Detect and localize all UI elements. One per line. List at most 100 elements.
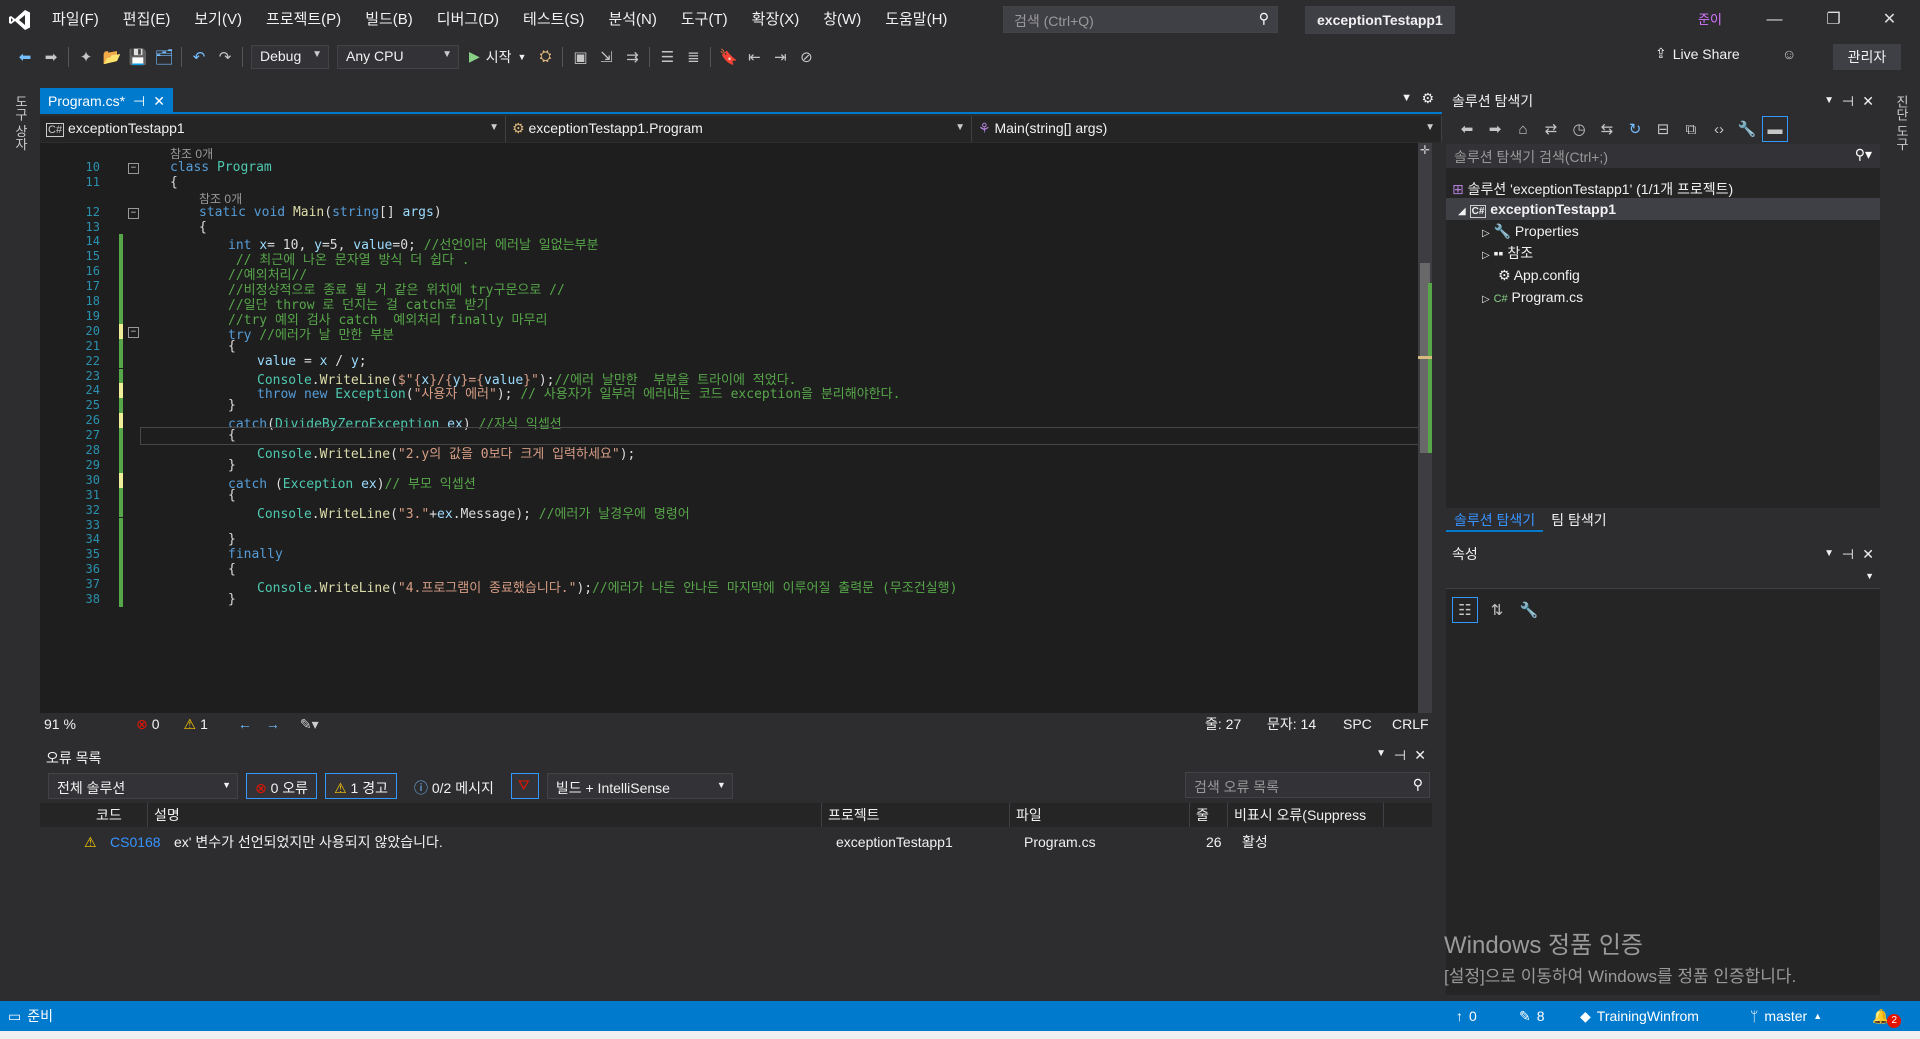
code-line[interactable]: {	[228, 488, 236, 503]
panel-menu-icon[interactable]: ▼	[1824, 88, 1834, 114]
restore-button[interactable]: ❐	[1806, 0, 1861, 40]
code-line[interactable]: catch (Exception ex)// 부모 익셉션	[228, 473, 476, 492]
collapse-region-icon[interactable]: −	[128, 207, 139, 219]
new-project-icon[interactable]: ✦	[73, 44, 99, 70]
screenshot-icon[interactable]: ▣	[567, 44, 593, 70]
prev-bookmark-icon[interactable]: ⇤	[741, 44, 767, 70]
quick-search-input[interactable]: 검색 (Ctrl+Q) ⚲	[1003, 6, 1278, 33]
error-code-link[interactable]: CS0168	[104, 830, 161, 854]
close-tab-icon[interactable]: ✕	[153, 88, 165, 114]
tab-team-explorer[interactable]: 팀 탐색기	[1543, 508, 1614, 532]
split-icon[interactable]: ✛	[1420, 143, 1430, 157]
editor-vertical-scrollbar[interactable]: ✛	[1418, 143, 1432, 713]
class-dropdown[interactable]: ⚙ exceptionTestapp1.Program ▼	[506, 116, 972, 142]
tree-item-references[interactable]: ▷ ▪▪ 참조	[1482, 242, 1533, 264]
error-count[interactable]: 0	[152, 716, 160, 732]
redo-icon[interactable]: ↷	[212, 44, 238, 70]
toolbox-side-tab[interactable]: 도구 상자	[8, 88, 30, 158]
code-line[interactable]: }	[228, 532, 236, 547]
undo-icon[interactable]: ↶	[186, 44, 212, 70]
menu-item[interactable]: 디버그(D)	[425, 0, 511, 40]
errors-filter-button[interactable]: ⊗ 0 오류	[246, 773, 318, 799]
panel-menu-icon[interactable]: ▼	[1824, 541, 1834, 567]
code-line[interactable]: Console.WriteLine("4.프로그램이 종료했습니다.");//에…	[257, 577, 957, 596]
open-folder-icon[interactable]: 📂	[99, 44, 125, 70]
step-over-icon[interactable]: ⇉	[619, 44, 645, 70]
tab-program-cs[interactable]: Program.cs* ⊣ ✕	[40, 88, 173, 114]
filter-icon[interactable]: ⛛	[510, 773, 539, 799]
repository-selector[interactable]: ◆ TrainingWinfrom	[1580, 1001, 1699, 1031]
solution-search-input[interactable]: 솔루션 탐색기 검색(Ctrl+;) ⚲▾	[1446, 144, 1880, 168]
collapse-all-icon[interactable]: ⊟	[1650, 116, 1676, 142]
line-ending[interactable]: CRLF	[1392, 716, 1429, 732]
panel-menu-icon[interactable]: ▼	[1376, 748, 1386, 759]
pin-icon[interactable]: ⊣	[133, 88, 145, 114]
collapse-region-icon[interactable]: −	[128, 162, 139, 174]
table-row[interactable]: ⚠ CS0168 ex' 변수가 선언되었지만 사용되지 않았습니다. exce…	[40, 830, 1432, 854]
code-line[interactable]: try //에러가 날 만한 부분	[228, 324, 394, 343]
collapse-region-icon[interactable]: −	[128, 326, 139, 338]
column-header-line[interactable]: 줄	[1190, 803, 1228, 827]
tree-item-solution[interactable]: ⊞ 솔루션 'exceptionTestapp1' (1/1개 프로젝트)	[1452, 178, 1733, 200]
forward-icon[interactable]: ➡	[1482, 116, 1508, 142]
tab-overflow-icon[interactable]: ▼	[1401, 92, 1412, 104]
refresh-icon[interactable]: ↻	[1622, 116, 1648, 142]
tree-item-app-config[interactable]: ⚙ App.config	[1498, 264, 1580, 286]
object-selector-dropdown[interactable]: ▼	[1446, 567, 1880, 589]
branch-selector[interactable]: ᛘ master ▲	[1750, 1001, 1822, 1031]
forward-icon[interactable]: ➡	[38, 44, 64, 70]
source-dropdown[interactable]: 빌드 + IntelliSense ▼	[546, 773, 733, 799]
previous-issue-icon[interactable]: ←	[238, 716, 252, 732]
code-line[interactable]: {	[228, 339, 236, 354]
code-line[interactable]: }	[228, 592, 236, 607]
warning-count[interactable]: 1	[200, 716, 208, 732]
preview-icon[interactable]: ▬	[1762, 116, 1788, 142]
close-icon[interactable]: ✕	[1862, 541, 1874, 567]
save-all-icon[interactable]: 🗂	[151, 44, 177, 70]
menu-item[interactable]: 도움말(H)	[873, 0, 959, 40]
spaces-mode[interactable]: SPC	[1343, 716, 1372, 732]
step-into-icon[interactable]: ⇲	[593, 44, 619, 70]
code-line[interactable]: {	[199, 220, 207, 235]
feedback-icon[interactable]: ☺	[1782, 46, 1796, 62]
unpublished-commits[interactable]: ↑ 0	[1456, 1001, 1477, 1031]
column-header-code[interactable]: 코드	[90, 803, 148, 827]
back-icon[interactable]: ⬅	[1454, 116, 1480, 142]
bookmark-icon[interactable]: 🔖	[715, 44, 741, 70]
column-header-project[interactable]: 프로젝트	[822, 803, 1010, 827]
code-line[interactable]: finally	[228, 547, 283, 562]
clear-bookmarks-icon[interactable]: ⊘	[793, 44, 819, 70]
code-line[interactable]: {	[170, 175, 178, 190]
browser-link-icon[interactable]: ⛭	[532, 44, 558, 70]
alphabetical-icon[interactable]: ⇅	[1484, 597, 1510, 623]
notifications-button[interactable]: 🔔 2	[1872, 1001, 1901, 1031]
code-line[interactable]: }	[228, 398, 236, 413]
next-bookmark-icon[interactable]: ⇥	[767, 44, 793, 70]
pin-icon[interactable]: ⊣	[1394, 747, 1406, 764]
scope-dropdown[interactable]: 전체 솔루션 ▼	[48, 773, 238, 799]
code-line[interactable]: {	[228, 562, 236, 577]
menu-item[interactable]: 빌드(B)	[353, 0, 425, 40]
code-line[interactable]: Console.WriteLine("2.y의 값을 0보다 크게 입력하세요"…	[257, 443, 635, 462]
error-search-input[interactable]: 검색 오류 목록 ⚲	[1185, 772, 1430, 798]
home-icon[interactable]: ⌂	[1510, 116, 1536, 142]
menu-item[interactable]: 프로젝트(P)	[254, 0, 353, 40]
close-icon[interactable]: ✕	[1862, 88, 1874, 114]
show-all-files-icon[interactable]: ⧉	[1678, 116, 1704, 142]
pending-changes[interactable]: ✎ 8	[1519, 1001, 1545, 1031]
code-line[interactable]: throw new Exception("사용자 에러"); // 사용자가 일…	[257, 383, 900, 402]
tree-item-project[interactable]: ◢ C# exceptionTestapp1	[1446, 198, 1880, 220]
categorized-icon[interactable]: ☷	[1452, 597, 1478, 623]
menu-item[interactable]: 보기(V)	[182, 0, 254, 40]
zoom-level[interactable]: 91 %	[44, 716, 114, 732]
user-account-badge[interactable]: 준이	[1690, 8, 1730, 32]
member-dropdown[interactable]: ⚘ Main(string[] args) ▼	[972, 116, 1442, 142]
property-pages-icon[interactable]: 🔧	[1516, 597, 1542, 623]
code-line[interactable]: value = x / y;	[257, 354, 367, 369]
column-header-file[interactable]: 파일	[1010, 803, 1190, 827]
pin-icon[interactable]: ⊣	[1842, 541, 1854, 567]
sync-icon[interactable]: ⇆	[1594, 116, 1620, 142]
menu-item[interactable]: 창(W)	[811, 0, 873, 40]
back-icon[interactable]: ⬅	[12, 44, 38, 70]
save-icon[interactable]: 💾	[125, 44, 151, 70]
